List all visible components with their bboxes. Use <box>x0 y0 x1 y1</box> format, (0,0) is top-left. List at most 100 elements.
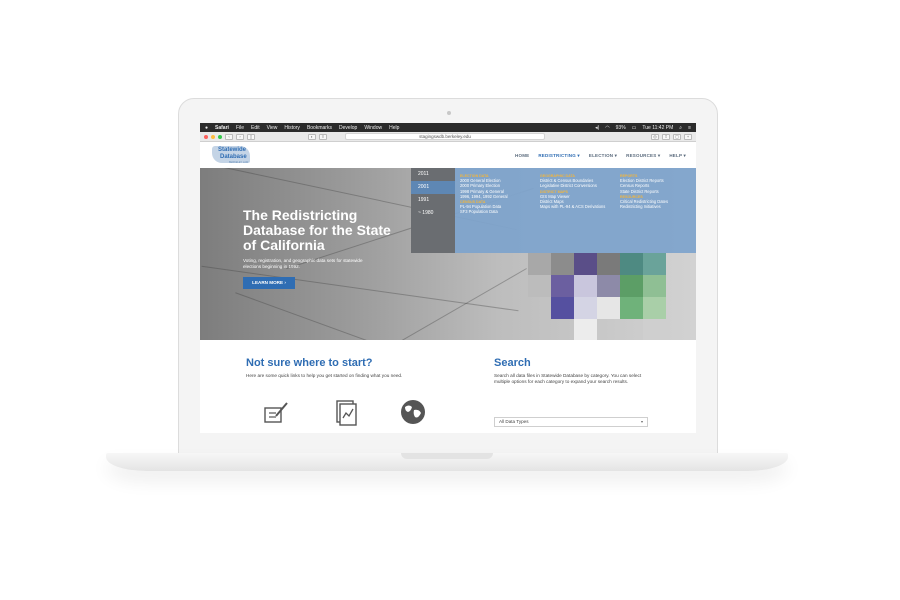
globe-icon[interactable] <box>399 398 427 426</box>
photo-tile <box>643 275 666 297</box>
forward-button[interactable]: › <box>236 133 244 140</box>
logo-line1: Statewide <box>218 147 247 153</box>
site-logo[interactable]: Statewide Database BERKELEY LAW <box>212 146 258 164</box>
photo-tile <box>574 253 597 275</box>
menubar-bookmarks[interactable]: Bookmarks <box>307 125 332 131</box>
checklist-icon[interactable] <box>262 398 290 426</box>
photo-tile <box>643 253 666 275</box>
menubar-window[interactable]: Window <box>364 125 382 131</box>
report-chart-icon[interactable] <box>332 398 360 426</box>
year-tab-2001[interactable]: 2001 <box>411 181 455 194</box>
browser-toolbar: ‹ › ▯ ◐ ≡ stagingswdb.berkeley.edu ◎ ⇧ ▢… <box>200 132 696 142</box>
photo-tile <box>643 319 666 340</box>
photo-tile <box>528 253 551 275</box>
menubar-edit[interactable]: Edit <box>251 125 260 131</box>
year-tab-1980[interactable]: ~ 1980 <box>411 207 455 220</box>
photo-tile <box>574 319 597 340</box>
menubar-status: ◂) ◠ 93% ▭ Tue 11:42 PM ⌕ ≡ <box>595 125 691 131</box>
map-road-line <box>353 268 527 340</box>
search-text: Search all data files in Statewide Datab… <box>494 373 642 385</box>
laptop-base <box>106 453 788 471</box>
chevron-down-icon: ▾ <box>640 419 643 424</box>
year-tab-2011[interactable]: 2011 <box>411 168 455 181</box>
menubar-view[interactable]: View <box>267 125 278 131</box>
menu-item[interactable]: SF3 Population Data <box>460 209 508 214</box>
menu-item[interactable]: Redistricting Initiatives <box>620 204 668 209</box>
main-nav: HOME REDISTRICTING ▾ ELECTION ▾ RESOURCE… <box>515 153 686 159</box>
photo-tile <box>643 297 666 319</box>
laptop-screen: ● Safari File Edit View History Bookmark… <box>200 123 696 433</box>
photo-tile <box>551 253 574 275</box>
back-button[interactable]: ‹ <box>225 133 233 140</box>
menubar-develop[interactable]: Develop <box>339 125 357 131</box>
data-type-select[interactable]: All Data Types ▾ <box>494 417 648 427</box>
camera-icon <box>447 111 451 115</box>
hero-title: The Redistricting Database for the State… <box>243 207 391 253</box>
page: ● Safari File Edit View History Bookmark… <box>0 0 900 600</box>
photo-tile <box>528 275 551 297</box>
nav-resources[interactable]: RESOURCES ▾ <box>626 153 660 159</box>
close-window-button[interactable] <box>204 134 208 139</box>
nav-election[interactable]: ELECTION ▾ <box>589 153 617 159</box>
photo-tile <box>597 297 620 319</box>
share-icon[interactable]: ⇧ <box>662 133 670 140</box>
add-tab-button[interactable]: + <box>684 133 692 140</box>
tabs-icon[interactable]: ▢ <box>673 133 681 140</box>
redistricting-mega-menu: ELECTION DATA 2000 General Election 2000… <box>455 168 696 253</box>
photo-tile <box>597 253 620 275</box>
laptop-lid: ● Safari File Edit View History Bookmark… <box>178 98 718 456</box>
volume-icon[interactable]: ◂) <box>595 125 599 131</box>
battery-label[interactable]: 93% <box>616 125 626 131</box>
map-road-line <box>235 292 405 340</box>
menu-column-2: GEOGRAPHIC DATA District & Census Bounda… <box>540 173 605 209</box>
shield-icon[interactable]: ◐ <box>308 133 316 140</box>
content-section: Not sure where to start? Here are some q… <box>200 340 696 433</box>
wifi-icon[interactable]: ◠ <box>605 125 609 131</box>
start-heading: Not sure where to start? <box>246 357 373 369</box>
menu-item[interactable]: State District Reports <box>620 189 668 194</box>
year-tabs: 2011 2001 1991 ~ 1980 <box>411 168 455 253</box>
menubar-history[interactable]: History <box>284 125 300 131</box>
logo-line2: Database <box>220 154 247 160</box>
menubar-app[interactable]: Safari <box>215 125 229 131</box>
learn-more-button[interactable]: LEARN MORE › <box>243 277 295 289</box>
nav-help[interactable]: HELP ▾ <box>669 153 686 159</box>
menubar-help[interactable]: Help <box>389 125 399 131</box>
site-header: Statewide Database BERKELEY LAW HOME RED… <box>200 143 696 168</box>
photo-tile-mosaic <box>528 253 696 340</box>
photo-tile <box>551 297 574 319</box>
menu-item[interactable]: 1996, 1994, 1992 General <box>460 194 508 199</box>
data-type-select-value: All Data Types <box>499 419 529 424</box>
year-tab-1991[interactable]: 1991 <box>411 194 455 207</box>
start-text: Here are some quick links to help you ge… <box>246 373 403 378</box>
clock[interactable]: Tue 11:42 PM <box>642 125 673 131</box>
extensions-icon[interactable]: ◎ <box>651 133 659 140</box>
apple-icon[interactable]: ● <box>205 125 208 131</box>
mac-menubar: ● Safari File Edit View History Bookmark… <box>200 123 696 132</box>
photo-tile <box>597 275 620 297</box>
menubar-file[interactable]: File <box>236 125 244 131</box>
menu-column-1: ELECTION DATA 2000 General Election 2000… <box>460 173 508 215</box>
sidebar-icon[interactable]: ▯ <box>247 133 255 140</box>
menu-column-3: REPORTS Election District Reports Census… <box>620 173 668 209</box>
notification-center-icon[interactable]: ≡ <box>688 125 691 131</box>
menu-item[interactable]: Maps with PL-94 & ACS Derivations <box>540 204 605 209</box>
photo-tile <box>574 297 597 319</box>
hero-subtitle: Voting, registration, and geographic dat… <box>243 258 363 269</box>
nav-home[interactable]: HOME <box>515 153 529 159</box>
logo-tagline: BERKELEY LAW <box>229 161 249 164</box>
zoom-window-button[interactable] <box>218 134 222 139</box>
address-bar[interactable]: stagingswdb.berkeley.edu <box>345 133 545 140</box>
minimize-window-button[interactable] <box>211 134 215 139</box>
photo-tile <box>574 275 597 297</box>
laptop-notch <box>401 453 493 459</box>
reader-icon[interactable]: ≡ <box>319 133 327 140</box>
nav-redistricting[interactable]: REDISTRICTING ▾ <box>538 153 580 159</box>
battery-icon[interactable]: ▭ <box>632 125 637 131</box>
spotlight-icon[interactable]: ⌕ <box>679 125 682 131</box>
search-heading: Search <box>494 357 531 369</box>
photo-tile <box>620 297 643 319</box>
photo-tile <box>620 275 643 297</box>
photo-tile <box>620 253 643 275</box>
menu-item[interactable]: Legislative District Conversions <box>540 183 605 188</box>
